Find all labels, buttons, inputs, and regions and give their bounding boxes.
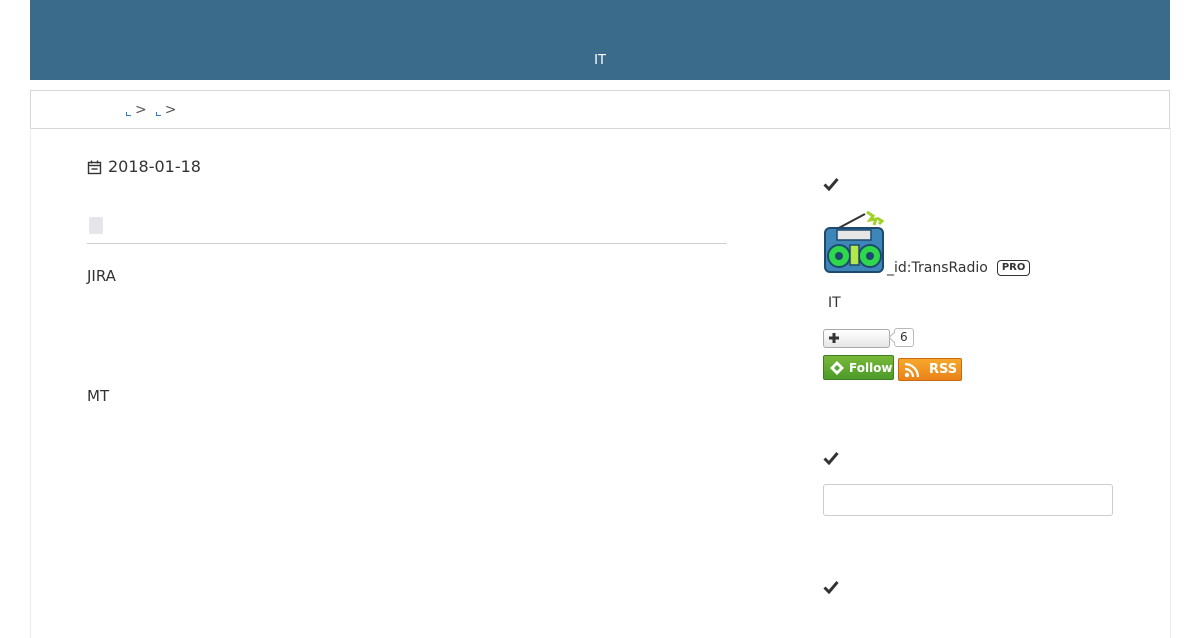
check-icon [823, 452, 839, 465]
feedly-icon [830, 360, 844, 375]
entry-paragraph: JIRA [87, 267, 116, 285]
rss-label: RSS [929, 362, 958, 377]
breadcrumb-separator: > [164, 102, 177, 118]
plus-icon [829, 333, 839, 343]
radio-avatar-icon[interactable] [823, 210, 887, 274]
breadcrumb-link-home[interactable] [125, 104, 131, 116]
calendar-icon [87, 160, 102, 174]
content-frame [30, 128, 1171, 638]
check-icon [823, 581, 839, 594]
entry-date-text: 2018-01-18 [108, 157, 201, 176]
entry-date[interactable]: 2018-01-18 [87, 158, 201, 176]
blog-header: IT [30, 0, 1170, 80]
profile-description: IT [828, 295, 841, 311]
breadcrumb-row: > > [125, 102, 184, 118]
add-reader-button[interactable] [823, 329, 890, 348]
rss-icon [904, 362, 920, 377]
blog-title[interactable]: IT [30, 54, 1170, 68]
check-icon [823, 178, 839, 191]
reader-count[interactable]: 6 [894, 328, 914, 347]
breadcrumb: > > [30, 90, 1170, 129]
pro-badge: PRO [996, 260, 1031, 276]
profile-id-prefix: _ [887, 260, 894, 276]
follow-label: Follow [849, 360, 893, 375]
rss-button[interactable]: RSS [898, 358, 962, 381]
title-divider [87, 243, 727, 244]
profile-id[interactable]: _ id:TransRadio PRO [887, 259, 1031, 277]
entry-paragraph: MT [87, 387, 110, 405]
breadcrumb-separator: > [135, 102, 147, 118]
entry-title-placeholder[interactable] [89, 217, 103, 234]
search-input[interactable] [823, 484, 1113, 516]
follow-button[interactable]: Follow [823, 355, 894, 380]
breadcrumb-link-category[interactable] [155, 104, 161, 116]
profile-id-text: id:TransRadio [894, 260, 988, 276]
